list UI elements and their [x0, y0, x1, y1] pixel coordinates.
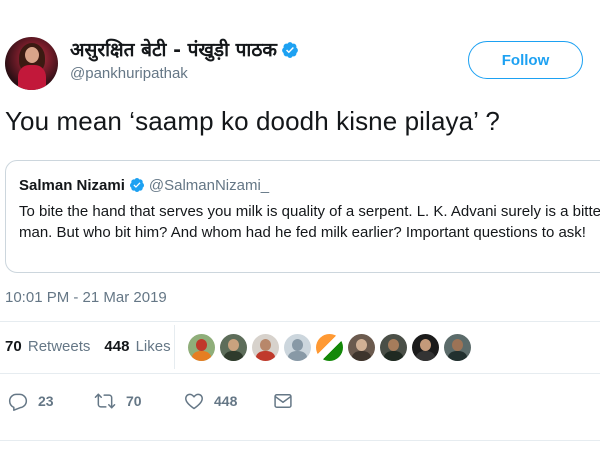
author-avatar[interactable]	[5, 37, 58, 90]
liker-avatar-head	[356, 339, 367, 351]
liker-avatar-torso	[448, 351, 467, 361]
quoted-tweet-text: To bite the hand that serves you milk is…	[19, 203, 600, 241]
liker-avatar-head	[260, 339, 271, 351]
like-count: 448	[214, 393, 238, 409]
liker-avatar[interactable]	[284, 334, 311, 361]
retweets-label: Retweets	[27, 338, 91, 355]
tweet-header: असुरक्षित बेटी - पंखुड़ी पाठक @pankhurip…	[0, 0, 600, 100]
liker-avatar[interactable]	[444, 334, 471, 361]
stats-separator	[174, 325, 175, 369]
liker-avatar-head	[420, 339, 431, 351]
heart-icon	[185, 393, 203, 410]
quoted-author-name: Salman Nizami	[19, 177, 125, 194]
liker-avatar-torso	[192, 351, 211, 361]
liker-avatar[interactable]	[188, 334, 215, 361]
liker-avatar-torso	[224, 351, 243, 361]
avatar-face	[25, 47, 39, 63]
retweets-stat[interactable]: 70 Retweets	[5, 338, 90, 355]
liker-avatar-head	[196, 339, 207, 351]
author-display-name[interactable]: असुरक्षित बेटी - पंखुड़ी पाठक	[70, 36, 299, 62]
quoted-verified-badge-icon	[129, 178, 144, 192]
liker-avatars	[188, 334, 471, 362]
liker-avatar[interactable]	[412, 334, 439, 361]
retweets-count: 70	[5, 338, 22, 355]
liker-avatar-torso	[384, 351, 403, 361]
tweet-actions: 23 70 448	[8, 390, 308, 412]
liker-avatar[interactable]	[380, 334, 407, 361]
quoted-author: Salman Nizami @SalmanNizami_	[19, 177, 269, 194]
quoted-tweet-card[interactable]: Salman Nizami @SalmanNizami_ To bite the …	[5, 160, 600, 273]
retweet-count: 70	[126, 393, 142, 409]
liker-avatar[interactable]	[316, 334, 343, 361]
reply-icon	[8, 393, 28, 411]
liker-avatar-torso	[352, 351, 371, 361]
direct-message-icon	[274, 394, 292, 408]
retweet-icon	[94, 393, 116, 409]
liker-avatar-torso	[256, 351, 275, 361]
direct-message-button[interactable]	[273, 390, 293, 412]
retweet-button[interactable]: 70	[94, 390, 142, 412]
reply-count: 23	[38, 393, 54, 409]
tweet-timestamp[interactable]: 10:01 PM - 21 Mar 2019	[5, 289, 167, 306]
reply-button[interactable]: 23	[8, 390, 54, 412]
tweet-text: You mean ‘saamp ko doodh kisne pilaya’ ?	[5, 106, 500, 136]
quoted-author-handle: @SalmanNizami_	[148, 177, 270, 194]
divider-middle	[0, 373, 600, 374]
divider-top	[0, 321, 600, 322]
liker-avatar-torso	[288, 351, 307, 361]
liker-avatar-head	[228, 339, 239, 351]
divider-bottom	[0, 440, 600, 441]
liker-avatar[interactable]	[220, 334, 247, 361]
liker-avatar[interactable]	[252, 334, 279, 361]
tweet-stats: 70 Retweets 448 Likes	[5, 338, 171, 355]
author-handle[interactable]: @pankhuripathak	[70, 65, 188, 82]
follow-button[interactable]: Follow	[468, 41, 583, 79]
liker-avatar-head	[388, 339, 399, 351]
liker-avatar-head	[452, 339, 463, 351]
likes-stat[interactable]: 448 Likes	[104, 338, 170, 355]
likes-label: Likes	[135, 338, 171, 355]
liker-avatar[interactable]	[348, 334, 375, 361]
author-name-text[interactable]: असुरक्षित बेटी - पंखुड़ी पाठक	[70, 39, 277, 61]
avatar-body	[18, 65, 46, 90]
like-button[interactable]: 448	[184, 390, 237, 412]
liker-avatar-head	[292, 339, 303, 351]
liker-avatar-torso	[416, 351, 435, 361]
verified-badge-icon	[282, 42, 298, 58]
likes-count: 448	[104, 338, 130, 355]
